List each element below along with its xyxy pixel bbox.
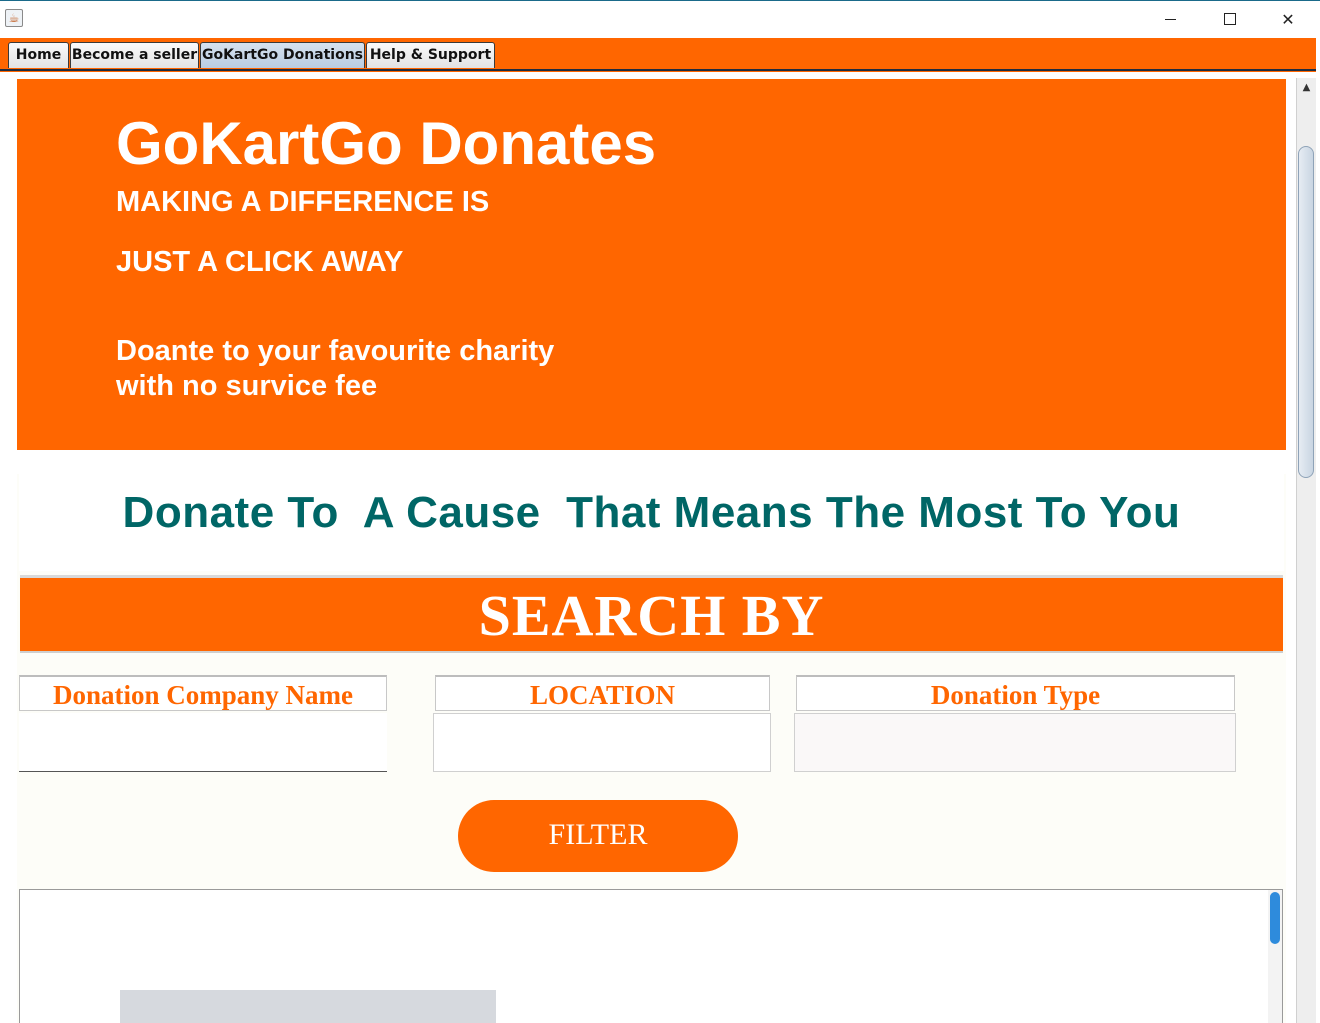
java-cup-icon[interactable]: ☕: [5, 9, 23, 27]
page-scrollbar-thumb[interactable]: [1298, 146, 1314, 478]
filter-button[interactable]: FILTER: [458, 800, 738, 872]
left-margin: [0, 72, 16, 1023]
close-icon[interactable]: ✕: [1259, 1, 1317, 39]
tab-gokartgo-donations[interactable]: GoKartGo Donations: [200, 42, 365, 68]
minimize-icon[interactable]: [1141, 1, 1199, 39]
search-by-header: SEARCH BY: [20, 575, 1283, 653]
hero-line-2: JUST A CLICK AWAY: [116, 246, 404, 278]
scroll-up-arrow-icon[interactable]: ▲: [1297, 78, 1316, 98]
tab-strip: Home Become a seller GoKartGo Donations …: [0, 38, 1320, 72]
location-label: LOCATION: [435, 675, 770, 711]
window-right-edge: [1316, 38, 1320, 1023]
results-scrollbar-thumb[interactable]: [1270, 892, 1280, 944]
tab-help-support[interactable]: Help & Support: [366, 42, 495, 68]
search-panel: Donate To A Cause That Means The Most To…: [17, 474, 1286, 1023]
hero-banner: GoKartGo Donates MAKING A DIFFERENCE IS …: [17, 79, 1286, 450]
results-list[interactable]: [19, 889, 1283, 1023]
donations-page: GoKartGo Donates MAKING A DIFFERENCE IS …: [0, 72, 1296, 1023]
tagline-box: Donate To A Cause That Means The Most To…: [19, 474, 1284, 571]
company-name-input[interactable]: [19, 713, 387, 772]
results-scrollbar[interactable]: [1268, 890, 1282, 1023]
donation-type-label: Donation Type: [796, 675, 1235, 711]
tab-become-a-seller[interactable]: Become a seller: [70, 42, 199, 68]
hero-description: Doante to your favourite charity with no…: [116, 335, 555, 402]
location-input[interactable]: [433, 713, 771, 772]
search-by-label: SEARCH BY: [478, 583, 825, 648]
maximize-icon[interactable]: [1200, 1, 1258, 39]
tagline: Donate To A Cause That Means The Most To…: [122, 488, 1181, 537]
hero-line-1: MAKING A DIFFERENCE IS: [116, 186, 490, 218]
donation-type-input[interactable]: [794, 713, 1236, 772]
result-image-placeholder: [120, 990, 496, 1023]
tab-home[interactable]: Home: [8, 42, 69, 68]
window-title-bar: ☕ ✕: [0, 0, 1320, 38]
page-scrollbar[interactable]: ▲: [1296, 78, 1316, 1023]
tab-baseline: [0, 69, 1316, 71]
company-name-label: Donation Company Name: [19, 675, 387, 711]
hero-title: GoKartGo Donates: [116, 110, 657, 177]
